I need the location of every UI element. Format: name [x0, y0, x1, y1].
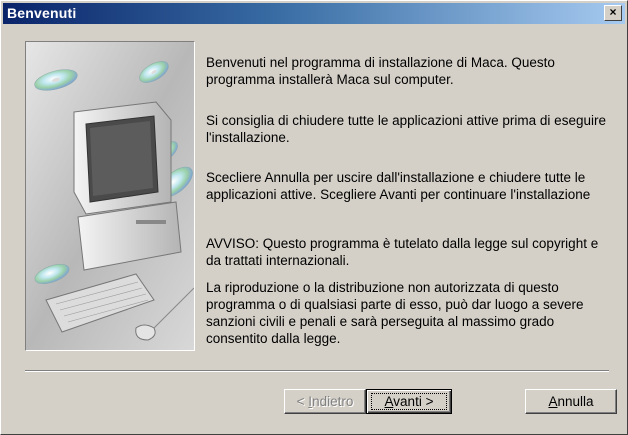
computer-with-cds-icon	[25, 41, 195, 351]
close-apps-paragraph: Si consiglia di chiudere tutte le applic…	[206, 113, 606, 145]
instructions-paragraph: Scecliere Annulla per uscire dall'instal…	[206, 170, 591, 202]
next-button[interactable]: Avanti >	[366, 389, 452, 414]
warning-paragraph: AVVISO: Questo programma è tutelato dall…	[206, 236, 599, 268]
separator	[25, 370, 609, 372]
back-button-prefix: <	[296, 394, 309, 409]
close-button[interactable]: ×	[604, 5, 622, 21]
focus-rect	[371, 393, 447, 410]
title-bar[interactable]: Benvenuti ×	[3, 3, 625, 24]
back-button-label: ndietro	[312, 394, 354, 409]
window-title: Benvenuti	[7, 5, 77, 21]
setup-dialog: Benvenuti × Benvenuti nel programma di i…	[0, 0, 628, 435]
cancel-button-label: nnulla	[557, 394, 594, 409]
welcome-paragraph: Benvenuti nel programma di installazione…	[206, 55, 555, 87]
back-button[interactable]: < Indietro	[284, 389, 366, 414]
cancel-button[interactable]: Annulla	[525, 389, 617, 414]
legal-paragraph: La riproduzione o la distribuzione non a…	[206, 280, 584, 346]
